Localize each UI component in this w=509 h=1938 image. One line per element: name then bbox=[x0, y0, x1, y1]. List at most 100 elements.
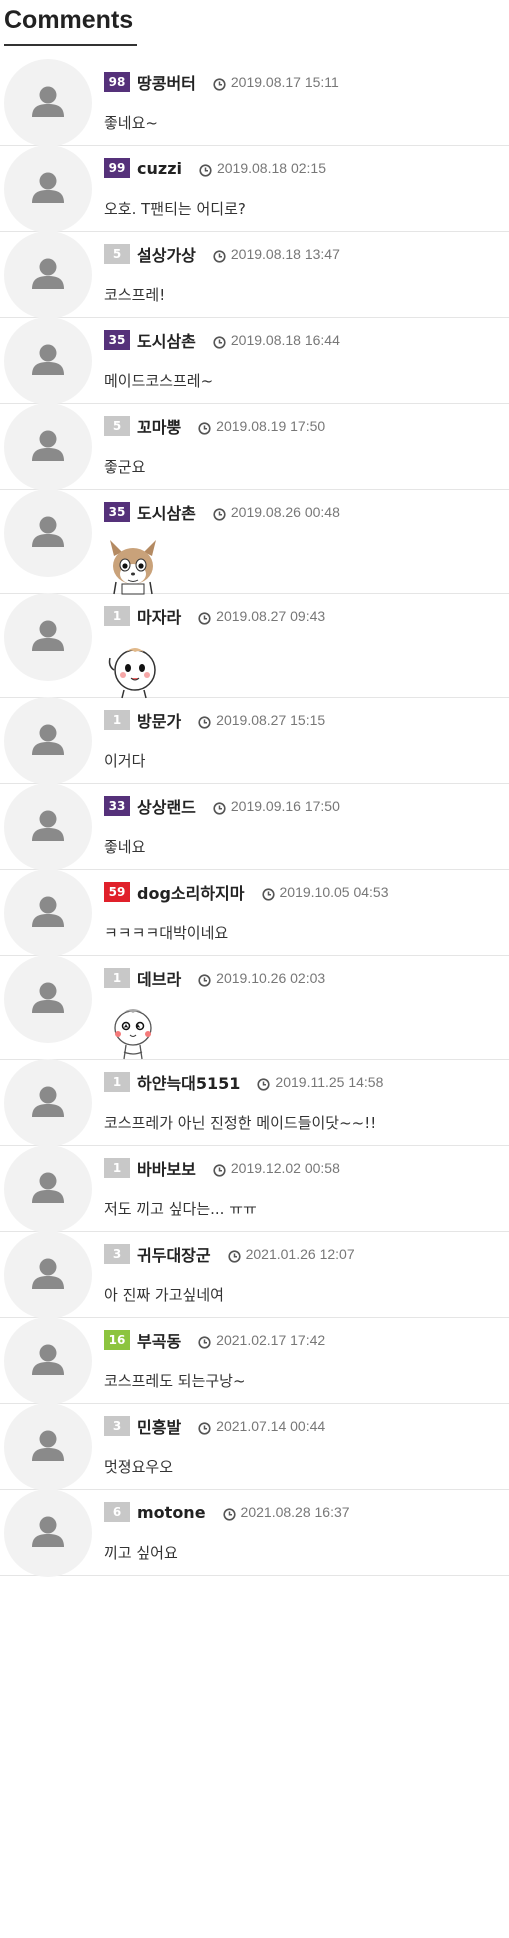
avatar[interactable] bbox=[4, 1317, 92, 1405]
waving-character-emoticon bbox=[104, 640, 162, 704]
level-badge: 5 bbox=[104, 416, 130, 436]
clock-icon bbox=[213, 248, 226, 263]
clock-icon bbox=[213, 1162, 226, 1177]
avatar[interactable] bbox=[4, 489, 92, 577]
avatar[interactable] bbox=[4, 59, 92, 147]
comment-meta: 59 dog소리하지마 2019.10.05 04:53 bbox=[104, 881, 389, 903]
avatar[interactable] bbox=[4, 697, 92, 785]
level-badge: 3 bbox=[104, 1416, 130, 1436]
avatar[interactable] bbox=[4, 1231, 92, 1319]
comment-meta: 6 motone 2021.08.28 16:37 bbox=[104, 1501, 350, 1523]
clock-icon bbox=[198, 714, 211, 729]
clock-icon bbox=[257, 1076, 271, 1091]
comment-date: 2019.11.25 14:58 bbox=[275, 1074, 384, 1090]
user-icon bbox=[32, 1430, 64, 1461]
comment-author[interactable]: 도시삼촌 bbox=[137, 500, 196, 524]
user-icon bbox=[32, 430, 64, 461]
comment-date: 2021.01.26 12:07 bbox=[245, 1246, 355, 1262]
comment-text: 저도 끼고 싶다는... ㅠㅠ bbox=[104, 1200, 257, 1218]
comment-item: 16 부곡동 2021.02.17 17:42 코스프레도 되는구낭~ bbox=[0, 1317, 509, 1405]
comment-meta: 3 귀두대장군 2021.01.26 12:07 bbox=[104, 1243, 355, 1265]
comment-item: 35 도시삼촌 2019.08.26 00:48 bbox=[0, 489, 509, 595]
level-badge: 5 bbox=[104, 244, 130, 264]
clock-icon bbox=[198, 1334, 211, 1349]
comment-date: 2019.12.02 00:58 bbox=[230, 1160, 340, 1176]
clock-icon bbox=[199, 162, 212, 177]
user-icon bbox=[32, 1516, 64, 1547]
comment-author[interactable]: 부곡동 bbox=[137, 1328, 181, 1352]
comment-text: 좋네요 bbox=[104, 838, 146, 856]
level-badge: 35 bbox=[104, 502, 130, 522]
comment-date: 2019.08.26 00:48 bbox=[230, 504, 340, 520]
level-badge: 99 bbox=[104, 158, 130, 178]
avatar[interactable] bbox=[4, 231, 92, 319]
avatar[interactable] bbox=[4, 869, 92, 957]
comment-text: 메이드코스프레~ bbox=[104, 372, 214, 390]
avatar[interactable] bbox=[4, 1403, 92, 1491]
user-icon bbox=[32, 896, 64, 927]
comment-meta: 1 데브라 2019.10.26 02:03 bbox=[104, 967, 325, 989]
comment-author[interactable]: motone bbox=[137, 1503, 206, 1522]
user-icon bbox=[32, 810, 64, 841]
comment-item: 1 마자라 2019.08.27 09:43 bbox=[0, 593, 509, 699]
level-badge: 6 bbox=[104, 1502, 130, 1522]
avatar[interactable] bbox=[4, 403, 92, 491]
comment-author[interactable]: 하얀늑대5151 bbox=[137, 1070, 240, 1094]
clock-icon bbox=[213, 76, 226, 91]
clock-icon bbox=[198, 610, 211, 625]
comment-meta: 35 도시삼촌 2019.08.26 00:48 bbox=[104, 501, 340, 523]
comment-item: 3 민흥발 2021.07.14 00:44 멋졍요우오 bbox=[0, 1403, 509, 1491]
comment-text: 멋졍요우오 bbox=[104, 1458, 174, 1476]
clock-icon bbox=[213, 800, 226, 815]
comment-date: 2019.08.17 15:11 bbox=[230, 74, 339, 90]
comment-author[interactable]: 마자라 bbox=[137, 604, 181, 628]
level-badge: 1 bbox=[104, 1158, 130, 1178]
clock-icon bbox=[198, 1420, 211, 1435]
avatar[interactable] bbox=[4, 317, 92, 405]
comment-item: 33 상상랜드 2019.09.16 17:50 좋네요 bbox=[0, 783, 509, 871]
comment-author[interactable]: 데브라 bbox=[137, 966, 181, 990]
comment-author[interactable]: 바바보보 bbox=[137, 1156, 196, 1180]
comment-text: 코스프레도 되는구낭~ bbox=[104, 1372, 246, 1390]
comment-author[interactable]: 방문가 bbox=[137, 708, 181, 732]
star-eyes-character-emoticon bbox=[104, 1002, 162, 1066]
level-badge: 33 bbox=[104, 796, 130, 816]
comment-item: 6 motone 2021.08.28 16:37 끼고 싶어요 bbox=[0, 1489, 509, 1577]
avatar[interactable] bbox=[4, 955, 92, 1043]
avatar[interactable] bbox=[4, 593, 92, 681]
comment-date: 2019.08.19 17:50 bbox=[216, 418, 326, 434]
avatar[interactable] bbox=[4, 783, 92, 871]
comment-author[interactable]: cuzzi bbox=[137, 159, 182, 178]
comment-meta: 1 바바보보 2019.12.02 00:58 bbox=[104, 1157, 340, 1179]
comment-meta: 98 땅콩버터 2019.08.17 15:11 bbox=[104, 71, 339, 93]
level-badge: 3 bbox=[104, 1244, 130, 1264]
comment-date: 2019.09.16 17:50 bbox=[230, 798, 340, 814]
comment-meta: 3 민흥발 2021.07.14 00:44 bbox=[104, 1415, 325, 1437]
comment-author[interactable]: 설상가상 bbox=[137, 242, 196, 266]
avatar[interactable] bbox=[4, 1145, 92, 1233]
comment-date: 2019.08.27 15:15 bbox=[216, 712, 326, 728]
comment-item: 98 땅콩버터 2019.08.17 15:11 좋네요~ bbox=[0, 59, 509, 147]
comment-date: 2021.07.14 00:44 bbox=[216, 1418, 326, 1434]
user-icon bbox=[32, 258, 64, 289]
comment-author[interactable]: 꼬마뿡 bbox=[137, 414, 181, 438]
comment-author[interactable]: 민흥발 bbox=[137, 1414, 181, 1438]
comment-meta: 1 방문가 2019.08.27 15:15 bbox=[104, 709, 325, 731]
comment-date: 2019.08.27 09:43 bbox=[216, 608, 326, 624]
comment-item: 99 cuzzi 2019.08.18 02:15 오호. T팬티는 어디로? bbox=[0, 145, 509, 233]
level-badge: 16 bbox=[104, 1330, 130, 1350]
avatar[interactable] bbox=[4, 145, 92, 233]
comment-author[interactable]: dog소리하지마 bbox=[137, 880, 245, 904]
comments-header: Comments bbox=[4, 6, 133, 35]
avatar[interactable] bbox=[4, 1059, 92, 1147]
level-badge: 1 bbox=[104, 1072, 130, 1092]
comment-author[interactable]: 상상랜드 bbox=[137, 794, 196, 818]
comment-meta: 1 하얀늑대5151 2019.11.25 14:58 bbox=[104, 1071, 383, 1093]
comment-item: 5 꼬마뿡 2019.08.19 17:50 좋군요 bbox=[0, 403, 509, 491]
comment-author[interactable]: 땅콩버터 bbox=[137, 70, 196, 94]
user-icon bbox=[32, 86, 64, 117]
comment-author[interactable]: 귀두대장군 bbox=[137, 1242, 211, 1266]
comment-item: 59 dog소리하지마 2019.10.05 04:53 ㅋㅋㅋㅋ대박이네요 bbox=[0, 869, 509, 957]
avatar[interactable] bbox=[4, 1489, 92, 1577]
comment-author[interactable]: 도시삼촌 bbox=[137, 328, 196, 352]
